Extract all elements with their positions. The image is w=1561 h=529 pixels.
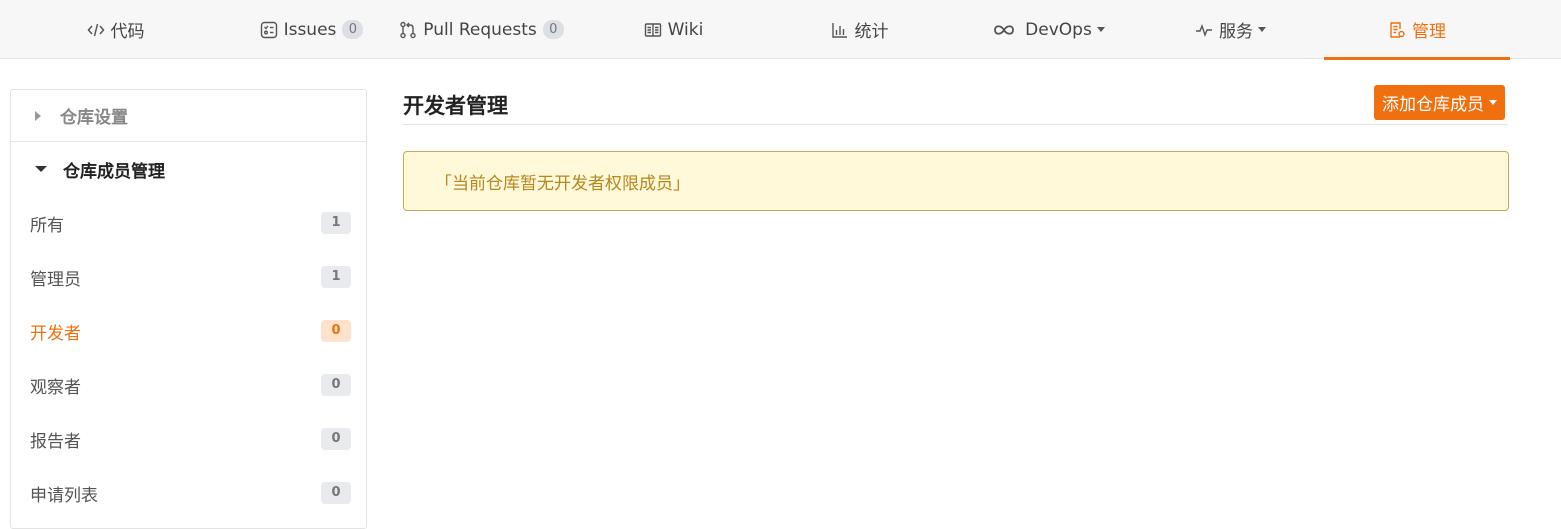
sidebar-item-admins[interactable]: 管理员 1 <box>11 250 366 304</box>
tab-manage[interactable]: 管理 <box>1324 0 1510 60</box>
pulse-icon <box>1195 21 1213 39</box>
caret-right-icon <box>35 110 41 121</box>
count-badge: 0 <box>321 320 351 342</box>
count-badge: 0 <box>321 428 351 450</box>
book-icon <box>644 21 662 39</box>
section-label: 仓库成员管理 <box>63 161 165 182</box>
sidebar-item-label: 观察者 <box>30 377 81 398</box>
sidebar-item-label: 开发者 <box>30 323 81 344</box>
issues-icon <box>260 21 278 39</box>
sidebar-item-label: 所有 <box>30 215 64 236</box>
issues-count-badge: 0 <box>342 20 364 39</box>
sidebar-item-label: 管理员 <box>30 269 81 290</box>
tab-label: 服务 <box>1219 22 1253 42</box>
infinity-icon <box>992 23 1016 37</box>
sidebar-item-label: 报告者 <box>30 431 81 452</box>
count-badge: 1 <box>321 212 351 234</box>
members-section[interactable]: 仓库成员管理 <box>11 142 366 196</box>
add-member-button[interactable]: 添加仓库成员 <box>1374 85 1505 120</box>
tab-label: Issues <box>283 19 337 40</box>
sidebar-item-label: 申请列表 <box>30 485 98 506</box>
empty-notice: 「当前仓库暂无开发者权限成员」 <box>403 151 1509 211</box>
tab-label: DevOps <box>1025 19 1092 40</box>
tab-label: Pull Requests <box>423 19 537 40</box>
sidebar-item-observers[interactable]: 观察者 0 <box>11 358 366 412</box>
sidebar-item-developers[interactable]: 开发者 0 <box>11 304 366 358</box>
divider <box>403 124 1508 125</box>
tab-services[interactable]: 服务 <box>1115 0 1346 59</box>
caret-down-icon <box>35 166 47 172</box>
tab-label: 统计 <box>854 22 889 42</box>
repo-nav-tabs: 代码 Issues 0 Pull Requests 0 Wiki 统计 DevO… <box>0 0 1561 60</box>
sidebar-item-reporters[interactable]: 报告者 0 <box>11 412 366 466</box>
chevron-down-icon <box>1489 100 1497 105</box>
bar-chart-icon <box>831 21 849 39</box>
page-title: 开发者管理 <box>403 94 508 118</box>
count-badge: 0 <box>321 482 351 504</box>
button-label: 添加仓库成员 <box>1382 95 1484 115</box>
section-label: 仓库设置 <box>60 108 128 128</box>
sidebar-item-all[interactable]: 所有 1 <box>11 196 366 250</box>
count-badge: 0 <box>321 374 351 396</box>
code-icon <box>87 21 105 39</box>
sidebar-item-applications[interactable]: 申请列表 0 <box>11 466 366 520</box>
tab-label: 代码 <box>110 22 145 42</box>
pull-request-icon <box>399 21 417 39</box>
settings-sidebar: 仓库设置 仓库成员管理 所有 1 管理员 1 开发者 0 观察者 0 报告者 0… <box>10 89 367 529</box>
tab-label: Wiki <box>667 19 704 40</box>
chevron-down-icon <box>1258 27 1266 32</box>
document-settings-icon <box>1388 21 1406 39</box>
repo-settings-section[interactable]: 仓库设置 <box>11 90 366 142</box>
tab-label: 管理 <box>1412 22 1446 42</box>
chevron-down-icon <box>1096 27 1105 32</box>
count-badge: 1 <box>321 266 351 288</box>
notice-text: 「当前仓库暂无开发者权限成员」 <box>435 173 690 194</box>
